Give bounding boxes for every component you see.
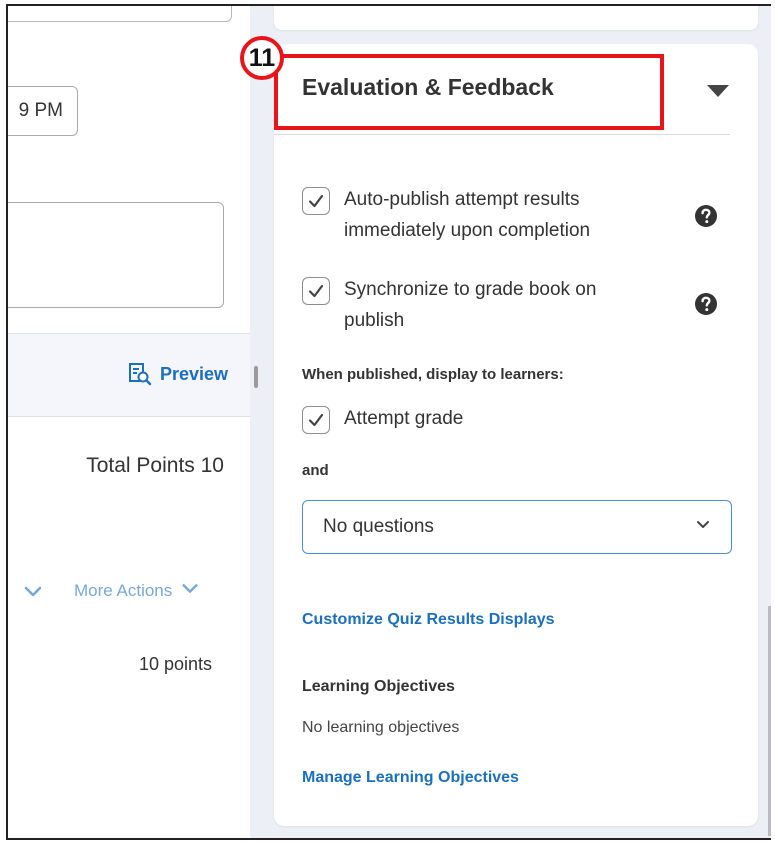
learning-objectives-status: No learning objectives (302, 719, 460, 736)
more-actions-button[interactable]: More Actions (74, 578, 200, 603)
preview-bar: Preview (8, 333, 250, 417)
help-icon[interactable] (694, 292, 718, 316)
quiz-editor-main: 9 PM Preview Total Points 10 More Action… (8, 6, 250, 838)
evaluation-feedback-card: Evaluation & Feedback 11 Auto-publish at… (240, 36, 758, 826)
questions-display-select[interactable]: No questions (302, 500, 732, 554)
more-actions-label: More Actions (74, 580, 173, 600)
chevron-down-icon (695, 516, 711, 538)
sync-gradebook-label: Synchronize to grade book on publish (344, 279, 597, 331)
settings-sidebar: Evaluation & Feedback 11 Auto-publish at… (240, 6, 771, 838)
preview-icon (128, 362, 152, 386)
auto-publish-checkbox[interactable] (302, 187, 330, 215)
chevron-down-icon[interactable] (22, 580, 44, 602)
sync-gradebook-checkbox[interactable] (302, 277, 330, 305)
card-title: Evaluation & Feedback (302, 74, 554, 100)
learning-objectives-heading: Learning Objectives (302, 678, 455, 695)
check-icon (308, 284, 324, 298)
top-input[interactable] (8, 6, 232, 22)
check-icon (308, 413, 324, 427)
customize-quiz-results-link[interactable]: Customize Quiz Results Displays (302, 611, 555, 629)
and-label: and (302, 462, 329, 479)
questions-display-value: No questions (323, 516, 434, 537)
preview-button[interactable]: Preview (128, 362, 228, 386)
check-icon (308, 194, 324, 208)
question-points: 10 points (138, 654, 212, 674)
splitter-handle[interactable] (254, 366, 258, 388)
panel-splitter[interactable] (250, 6, 272, 838)
time-field-value: 9 PM (18, 100, 63, 121)
card-header[interactable]: Evaluation & Feedback 11 (240, 36, 730, 135)
manage-learning-objectives-link[interactable]: Manage Learning Objectives (302, 769, 519, 787)
attempt-grade-checkbox[interactable] (302, 406, 330, 434)
caret-down-icon[interactable] (706, 84, 730, 98)
previous-section-card (274, 6, 758, 30)
chevron-down-icon (180, 578, 200, 603)
description-textarea[interactable] (8, 202, 224, 308)
preview-label: Preview (159, 363, 228, 384)
auto-publish-label: Auto-publish attempt results immediately… (344, 189, 591, 241)
sync-gradebook-option[interactable]: Synchronize to grade book on publish (302, 277, 644, 336)
attempt-grade-option[interactable]: Attempt grade (302, 406, 463, 434)
attempt-grade-label: Attempt grade (344, 408, 464, 429)
scrollbar[interactable] (768, 606, 771, 836)
time-field[interactable]: 9 PM (8, 86, 78, 136)
display-to-learners-heading: When published, display to learners: (302, 366, 564, 383)
total-points: Total Points 10 (86, 454, 224, 477)
screenshot-frame: 9 PM Preview Total Points 10 More Action… (6, 4, 771, 840)
help-icon[interactable] (694, 204, 718, 228)
auto-publish-option[interactable]: Auto-publish attempt results immediately… (302, 187, 644, 246)
